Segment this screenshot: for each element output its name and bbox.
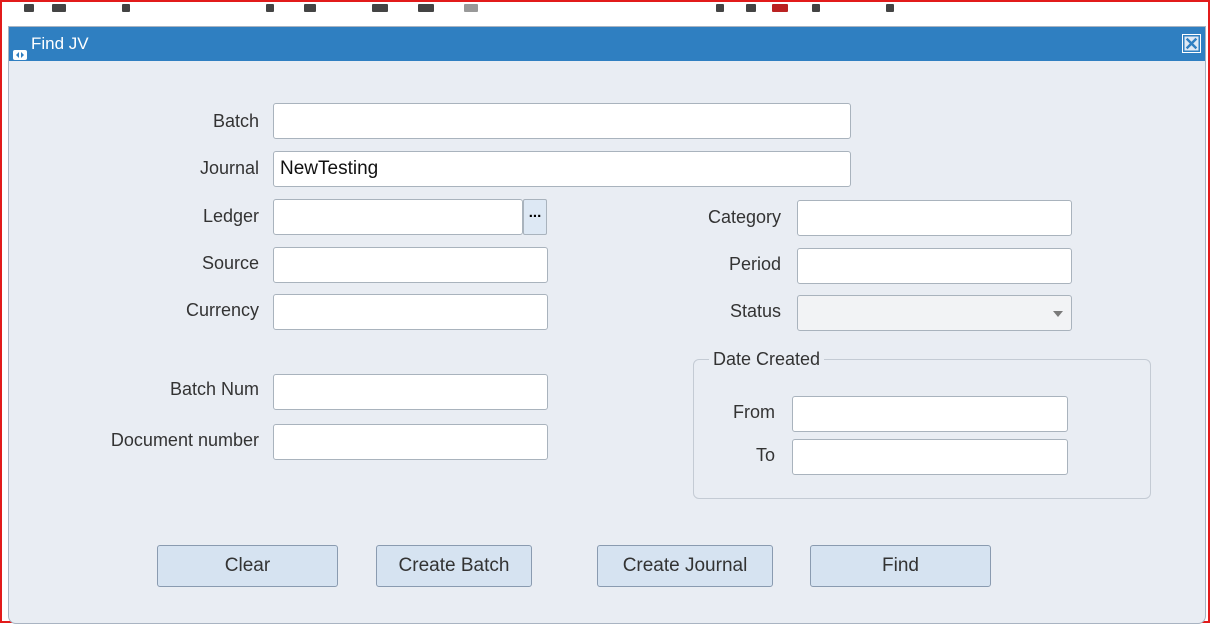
date-from-label: From: [733, 402, 775, 422]
toolbar-icon[interactable]: [122, 4, 130, 12]
toolbar-strip: [4, 4, 1206, 20]
batch-label: Batch: [212, 111, 259, 131]
document-number-field[interactable]: [273, 424, 548, 460]
journal-label: Journal: [199, 158, 259, 178]
toolbar-icon[interactable]: [418, 4, 434, 12]
toolbar-icon[interactable]: [716, 4, 724, 12]
batch-num-field[interactable]: [273, 374, 548, 410]
ledger-label: Ledger: [202, 206, 259, 226]
toolbar-icon[interactable]: [266, 4, 274, 12]
toolbar-icon[interactable]: [746, 4, 756, 12]
toolbar-icon[interactable]: [772, 4, 788, 12]
find-jv-window: Find JV Batch Journal Ledger ... Source …: [8, 26, 1206, 624]
period-field[interactable]: [797, 248, 1072, 284]
currency-label: Currency: [185, 300, 259, 320]
screenshot-frame: Find JV Batch Journal Ledger ... Source …: [0, 0, 1210, 624]
ledger-lov-button[interactable]: ...: [523, 199, 547, 235]
toolbar-icon[interactable]: [886, 4, 894, 12]
batch-num-label: Batch Num: [169, 379, 259, 399]
date-created-title: Date Created: [709, 349, 825, 370]
close-icon: [1183, 35, 1200, 52]
source-label: Source: [201, 253, 259, 273]
chevron-down-icon: [1053, 311, 1063, 317]
toolbar-icon[interactable]: [812, 4, 820, 12]
date-to-field[interactable]: [792, 439, 1068, 475]
create-batch-button[interactable]: Create Batch: [376, 545, 532, 587]
category-label: Category: [707, 207, 781, 227]
toolbar-icon[interactable]: [372, 4, 388, 12]
find-button[interactable]: Find: [810, 545, 991, 587]
window-title: Find JV: [31, 34, 89, 53]
status-select[interactable]: [797, 295, 1072, 331]
currency-field[interactable]: [273, 294, 548, 330]
period-label: Period: [728, 254, 781, 274]
toolbar-icon[interactable]: [52, 4, 66, 12]
close-button[interactable]: [1182, 34, 1201, 53]
create-journal-button[interactable]: Create Journal: [597, 545, 773, 587]
source-field[interactable]: [273, 247, 548, 283]
window-titlebar[interactable]: Find JV: [9, 27, 1205, 61]
status-label: Status: [729, 301, 781, 321]
oracle-forms-window-icon: [13, 39, 27, 60]
journal-field[interactable]: [273, 151, 851, 187]
ledger-field[interactable]: [273, 199, 523, 235]
batch-field[interactable]: [273, 103, 851, 139]
date-to-label: To: [755, 445, 775, 465]
toolbar-icon[interactable]: [304, 4, 316, 12]
date-from-field[interactable]: [792, 396, 1068, 432]
toolbar-icon[interactable]: [464, 4, 478, 12]
toolbar-icon[interactable]: [24, 4, 34, 12]
category-field[interactable]: [797, 200, 1072, 236]
clear-button[interactable]: Clear: [157, 545, 338, 587]
document-number-label: Document number: [110, 430, 259, 450]
